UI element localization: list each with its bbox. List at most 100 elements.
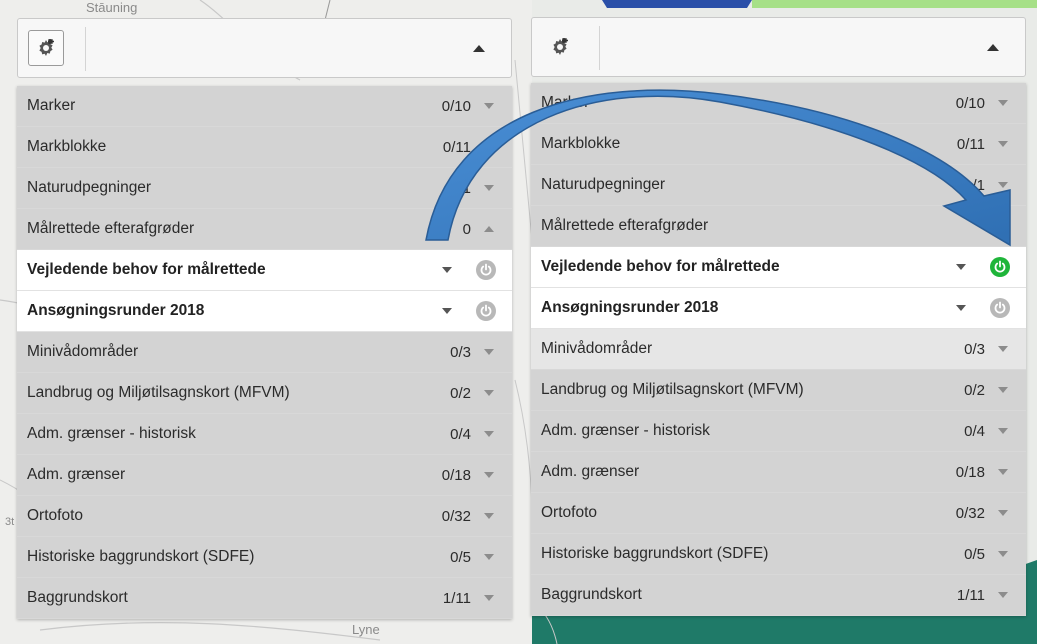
chevron-up-icon[interactable]	[998, 223, 1008, 229]
layer-group-label: Markblokke	[27, 138, 107, 155]
layer-group-label: Naturudpegninger	[541, 176, 666, 193]
chevron-down-icon[interactable]	[956, 305, 966, 311]
layer-group-row[interactable]: Markblokke 0/11	[531, 124, 1026, 165]
chevron-down-icon[interactable]	[484, 103, 494, 109]
layer-count: 0/4	[450, 425, 471, 443]
layer-group-list: Marker 0/10 Markblokke 0/11 Naturudpegning…	[531, 83, 1026, 616]
chevron-down-icon[interactable]	[442, 308, 452, 314]
layer-group-label: Landbrug og Miljøtilsagnskort (MFVM)	[27, 384, 290, 401]
chevron-down-icon[interactable]	[484, 185, 494, 191]
layer-count: 0/18	[441, 466, 471, 484]
layer-group-row[interactable]: Landbrug og Miljøtilsagnskort (MFVM) 0/2	[17, 373, 512, 414]
layer-group-label: Målrettede efterafgrøder	[27, 220, 195, 237]
power-toggle-icon[interactable]	[990, 298, 1010, 318]
layer-group-row[interactable]: Ortofoto 0/32	[531, 493, 1026, 534]
layer-count: 0/5	[450, 548, 471, 566]
layer-panel-after: Marker 0/10 Markblokke 0/11 Naturudpegning…	[531, 17, 1026, 616]
layer-label: Vejledende behov for målrettede	[27, 261, 266, 278]
layer-group-row[interactable]: Målrettede efterafgrøder	[531, 206, 1026, 247]
layer-group-row[interactable]: Adm. grænser - historisk 0/4	[531, 411, 1026, 452]
layer-count: 0/10	[441, 97, 471, 115]
chevron-down-icon[interactable]	[998, 551, 1008, 557]
layer-count: 0/3	[964, 340, 985, 358]
layer-group-row[interactable]: Naturudpegninger 0/1	[17, 168, 512, 209]
layer-group-label: Baggrundskort	[541, 586, 642, 603]
collapse-panel-icon[interactable]	[473, 45, 485, 52]
chevron-down-icon[interactable]	[484, 595, 494, 601]
layer-count: 0/32	[955, 504, 985, 522]
layer-count: /1	[972, 176, 985, 194]
layer-group-label: Marker	[27, 97, 76, 114]
chevron-down-icon[interactable]	[998, 182, 1008, 188]
layer-label: Ansøgningsrunder 2018	[27, 302, 205, 319]
chevron-up-icon[interactable]	[484, 226, 494, 232]
collapse-panel-icon[interactable]	[987, 44, 999, 51]
layer-settings-button[interactable]	[28, 30, 64, 66]
layer-group-label: Målrettede efterafgrøder	[541, 217, 709, 234]
chevron-down-icon[interactable]	[484, 431, 494, 437]
layer-group-label: Baggrundskort	[27, 589, 128, 606]
chevron-down-icon[interactable]	[956, 264, 966, 270]
layer-group-row[interactable]: Baggrundskort 1/11	[17, 578, 512, 619]
layer-panel-before: Marker 0/10 Markblokke 0/11 Naturudpegning…	[17, 18, 512, 619]
layer-count: 0/3	[450, 343, 471, 361]
layer-group-label: Marker	[541, 94, 590, 111]
layer-count: 0/18	[955, 463, 985, 481]
chevron-down-icon[interactable]	[442, 267, 452, 273]
chevron-down-icon[interactable]	[998, 100, 1008, 106]
layer-group-label: Landbrug og Miljøtilsagnskort (MFVM)	[541, 381, 804, 398]
chevron-down-icon[interactable]	[484, 390, 494, 396]
chevron-down-icon[interactable]	[484, 349, 494, 355]
layer-group-row[interactable]: Ortofoto 0/32	[17, 496, 512, 537]
layer-group-row[interactable]: Adm. grænser 0/18	[531, 452, 1026, 493]
layer-settings-button[interactable]	[542, 29, 578, 65]
layer-group-row[interactable]: Adm. grænser - historisk 0/4	[17, 414, 512, 455]
chevron-down-icon[interactable]	[998, 428, 1008, 434]
chevron-down-icon[interactable]	[998, 387, 1008, 393]
header-divider	[85, 27, 86, 71]
layer-group-row[interactable]: Marker 0/10	[531, 83, 1026, 124]
layer-count: 1/11	[442, 589, 471, 607]
layer-count: 0/2	[450, 384, 471, 402]
chevron-down-icon[interactable]	[484, 513, 494, 519]
power-toggle-icon[interactable]	[990, 257, 1010, 277]
layer-group-row[interactable]: Naturudpegninger/1	[531, 165, 1026, 206]
layer-row-active[interactable]: Vejledende behov for målrettede	[531, 247, 1026, 288]
layer-row-active[interactable]: Ansøgningsrunder 2018	[531, 288, 1026, 329]
layer-count: 0/32	[441, 507, 471, 525]
layer-group-row[interactable]: Marker 0/10	[17, 86, 512, 127]
chevron-down-icon[interactable]	[998, 469, 1008, 475]
chevron-down-icon[interactable]	[484, 554, 494, 560]
layer-group-label: Ortofoto	[541, 504, 597, 521]
layer-group-row[interactable]: Baggrundskort 1/11	[531, 575, 1026, 616]
layer-group-label: Historiske baggrundskort (SDFE)	[27, 548, 255, 565]
layer-panel-header	[531, 17, 1026, 77]
map-place-label: 3t	[5, 516, 15, 528]
layer-group-row[interactable]: Målrettede efterafgrøder 0	[17, 209, 512, 250]
map-place-label: Lyne	[352, 622, 380, 637]
layer-group-row[interactable]: Markblokke 0/11	[17, 127, 512, 168]
layer-count: 1/11	[956, 586, 985, 604]
chevron-down-icon[interactable]	[998, 592, 1008, 598]
layer-count: 0/11	[442, 138, 471, 156]
layer-group-row[interactable]: Adm. grænser 0/18	[17, 455, 512, 496]
chevron-down-icon[interactable]	[998, 141, 1008, 147]
layer-group-row[interactable]: Landbrug og Miljøtilsagnskort (MFVM) 0/2	[531, 370, 1026, 411]
layer-count: 0/1	[450, 179, 471, 197]
layer-group-row[interactable]: Minivådområder 0/3	[17, 332, 512, 373]
layer-row-active[interactable]: Ansøgningsrunder 2018	[17, 291, 512, 332]
chevron-down-icon[interactable]	[484, 472, 494, 478]
layer-label: Vejledende behov for målrettede	[541, 258, 780, 275]
layer-group-label: Adm. grænser	[27, 466, 126, 483]
settings-gear-icon	[553, 38, 568, 55]
layer-group-row[interactable]: Historiske baggrundskort (SDFE) 0/5	[531, 534, 1026, 575]
power-toggle-icon[interactable]	[476, 301, 496, 321]
chevron-down-icon[interactable]	[998, 346, 1008, 352]
layer-group-row[interactable]: Minivådområder 0/3	[531, 329, 1026, 370]
layer-group-row[interactable]: Historiske baggrundskort (SDFE) 0/5	[17, 537, 512, 578]
chevron-down-icon[interactable]	[484, 144, 494, 150]
layer-row-active[interactable]: Vejledende behov for målrettede	[17, 250, 512, 291]
power-toggle-icon[interactable]	[476, 260, 496, 280]
settings-gear-icon	[39, 39, 54, 56]
chevron-down-icon[interactable]	[998, 510, 1008, 516]
